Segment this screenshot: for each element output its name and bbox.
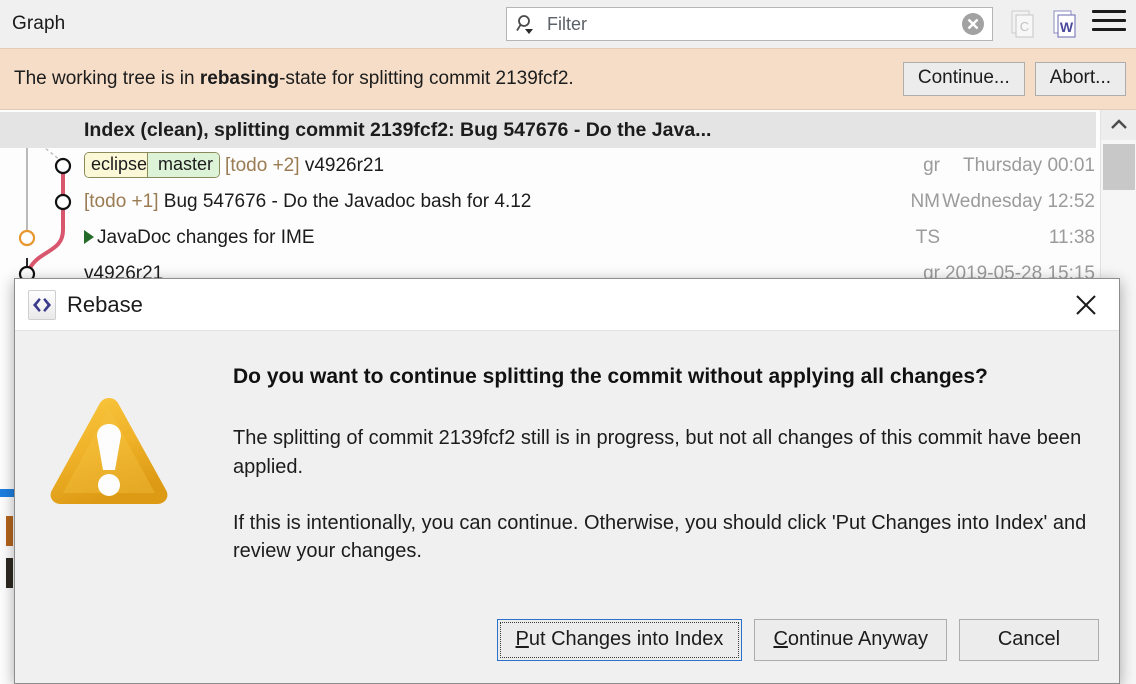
- search-input[interactable]: [545, 12, 954, 36]
- banner-text-bold: rebasing: [199, 68, 280, 89]
- view-title: Graph: [12, 13, 66, 34]
- continue-button[interactable]: Continue...: [902, 61, 1025, 97]
- toolbar: Graph C: [0, 0, 1136, 48]
- cancel-button[interactable]: Cancel: [959, 619, 1099, 661]
- scrollbar-thumb[interactable]: [1103, 144, 1135, 190]
- dialog-paragraph-1: The splitting of commit 2139fcf2 still i…: [233, 427, 1082, 478]
- eclipse-code-icon: [28, 289, 56, 320]
- copy-commit-icon[interactable]: C: [1005, 6, 1041, 42]
- continue-anyway-button[interactable]: Continue Anyway: [754, 619, 947, 661]
- dialog-heading: Do you want to continue splitting the co…: [233, 365, 988, 388]
- hamburger-bar: [1092, 28, 1126, 31]
- eclipse-egit-graph-window: Graph C: [0, 0, 1136, 684]
- button-mnemonic: C: [773, 628, 788, 650]
- button-label: Cancel: [997, 628, 1061, 650]
- dialog-body: Do you want to continue splitting the co…: [15, 331, 1119, 566]
- svg-text:C: C: [1020, 19, 1029, 34]
- dialog-text-block: Do you want to continue splitting the co…: [233, 363, 1089, 566]
- svg-text:W: W: [1060, 19, 1074, 35]
- wrap-text-icon[interactable]: W: [1047, 6, 1083, 42]
- warning-triangle-icon: [47, 393, 171, 508]
- table-row[interactable]: [todo +1] Bug 547676 - Do the Javadoc ba…: [0, 184, 1100, 220]
- hamburger-bar: [1092, 10, 1126, 13]
- close-icon[interactable]: [1069, 289, 1103, 321]
- put-changes-into-index-button[interactable]: Put Changes into Index: [496, 619, 743, 661]
- banner-buttons: Continue... Abort...: [902, 61, 1126, 97]
- background-icon: [6, 516, 13, 546]
- rebase-state-message: The working tree is in rebasing-state fo…: [14, 68, 574, 90]
- banner-text-prefix: The working tree is in: [14, 68, 200, 89]
- table-row[interactable]: Index (clean), splitting commit 2139fcf2…: [0, 112, 1096, 148]
- commit-message-cell: [todo +1] Bug 547676 - Do the Javadoc ba…: [84, 191, 531, 213]
- commit-message: Bug 547676 - Do the Javadoc bash for 4.1…: [163, 191, 532, 212]
- todo-badge: [todo +2]: [225, 155, 300, 177]
- rebase-dialog: Rebase Do you want to continue splitting…: [14, 278, 1120, 684]
- expand-play-icon[interactable]: [84, 230, 94, 244]
- abort-button[interactable]: Abort...: [1034, 61, 1126, 97]
- commit-message: JavaDoc changes for IME: [97, 227, 315, 248]
- commit-date: Thursday 00:01: [962, 155, 1095, 176]
- table-row[interactable]: eclipse master [todo +2] v4926r21 gr Thurs…: [0, 148, 1100, 184]
- table-row[interactable]: JavaDoc changes for IME TS 11:38: [0, 220, 1100, 256]
- background-icon: [6, 558, 13, 588]
- commit-date: 11:38: [1048, 227, 1095, 248]
- commit-date: Wednesday 12:52: [942, 191, 1095, 212]
- rebase-state-banner: The working tree is in rebasing-state fo…: [0, 48, 1136, 110]
- ref-chip-local[interactable]: master: [147, 153, 220, 177]
- dialog-title: Rebase: [67, 291, 143, 317]
- button-label: ut Changes into Index: [528, 628, 724, 650]
- banner-text-suffix: -state for splitting commit 2139fcf2.: [279, 68, 574, 89]
- dialog-button-bar: Put Changes into Index Continue Anyway C…: [15, 619, 1121, 661]
- commit-message: v4926r21: [304, 155, 385, 177]
- commit-message: Index (clean), splitting commit 2139fcf2…: [84, 118, 712, 141]
- dialog-paragraph-2: If this is intentionally, you can contin…: [233, 512, 1087, 563]
- ref-chips[interactable]: eclipse master: [84, 152, 221, 178]
- dialog-title-bar: Rebase: [15, 279, 1119, 331]
- button-mnemonic: P: [515, 628, 529, 650]
- search-filter-icon[interactable]: [507, 13, 545, 35]
- view-menu-icon[interactable]: [1092, 10, 1126, 38]
- filter-search-box[interactable]: [506, 7, 993, 41]
- ref-chip-remote[interactable]: eclipse: [85, 153, 154, 177]
- hamburger-bar: [1092, 19, 1126, 22]
- button-label: ontinue Anyway: [787, 628, 928, 650]
- chevron-up-icon[interactable]: [1101, 110, 1136, 140]
- commit-message-cell: JavaDoc changes for IME: [84, 227, 315, 249]
- commit-message-cell: eclipse master [todo +2] v4926r21: [84, 152, 385, 179]
- clear-icon[interactable]: [954, 11, 992, 37]
- todo-badge: [todo +1]: [84, 191, 159, 212]
